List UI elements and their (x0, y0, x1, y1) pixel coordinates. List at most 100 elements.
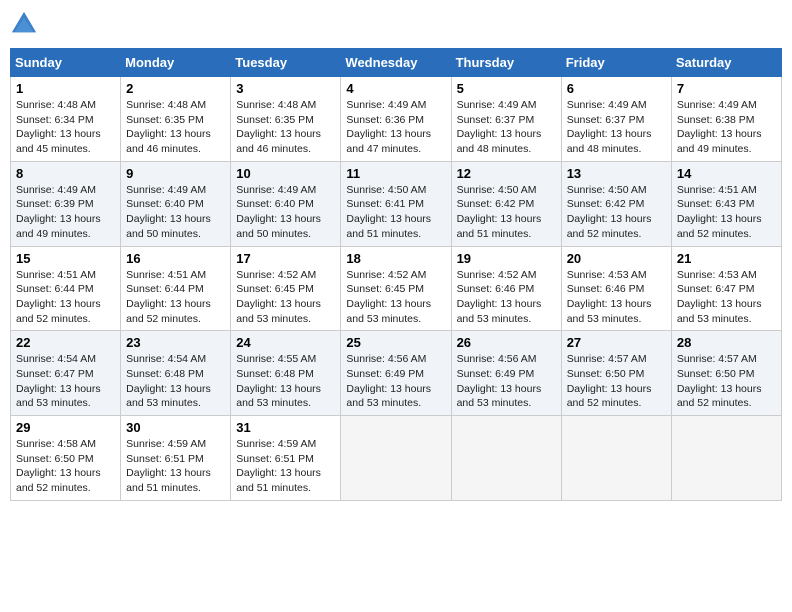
weekday-header: Saturday (671, 49, 781, 77)
day-info: Sunrise: 4:53 AM Sunset: 6:46 PM Dayligh… (567, 268, 666, 327)
day-number: 10 (236, 166, 335, 181)
day-info: Sunrise: 4:59 AM Sunset: 6:51 PM Dayligh… (126, 437, 225, 496)
calendar-table: SundayMondayTuesdayWednesdayThursdayFrid… (10, 48, 782, 501)
logo-icon (10, 10, 38, 38)
day-info: Sunrise: 4:53 AM Sunset: 6:47 PM Dayligh… (677, 268, 776, 327)
calendar-day-cell: 17 Sunrise: 4:52 AM Sunset: 6:45 PM Dayl… (231, 246, 341, 331)
day-number: 21 (677, 251, 776, 266)
day-number: 5 (457, 81, 556, 96)
calendar-day-cell: 26 Sunrise: 4:56 AM Sunset: 6:49 PM Dayl… (451, 331, 561, 416)
day-info: Sunrise: 4:50 AM Sunset: 6:41 PM Dayligh… (346, 183, 445, 242)
calendar-day-cell: 11 Sunrise: 4:50 AM Sunset: 6:41 PM Dayl… (341, 161, 451, 246)
day-info: Sunrise: 4:50 AM Sunset: 6:42 PM Dayligh… (457, 183, 556, 242)
day-info: Sunrise: 4:49 AM Sunset: 6:37 PM Dayligh… (457, 98, 556, 157)
calendar-day-cell: 14 Sunrise: 4:51 AM Sunset: 6:43 PM Dayl… (671, 161, 781, 246)
day-info: Sunrise: 4:56 AM Sunset: 6:49 PM Dayligh… (457, 352, 556, 411)
calendar-day-cell: 15 Sunrise: 4:51 AM Sunset: 6:44 PM Dayl… (11, 246, 121, 331)
calendar-day-cell: 31 Sunrise: 4:59 AM Sunset: 6:51 PM Dayl… (231, 416, 341, 501)
day-info: Sunrise: 4:57 AM Sunset: 6:50 PM Dayligh… (567, 352, 666, 411)
calendar-day-cell: 20 Sunrise: 4:53 AM Sunset: 6:46 PM Dayl… (561, 246, 671, 331)
calendar-day-cell: 18 Sunrise: 4:52 AM Sunset: 6:45 PM Dayl… (341, 246, 451, 331)
calendar-day-cell: 7 Sunrise: 4:49 AM Sunset: 6:38 PM Dayli… (671, 77, 781, 162)
calendar-day-cell: 10 Sunrise: 4:49 AM Sunset: 6:40 PM Dayl… (231, 161, 341, 246)
day-number: 28 (677, 335, 776, 350)
calendar-week-row: 29 Sunrise: 4:58 AM Sunset: 6:50 PM Dayl… (11, 416, 782, 501)
day-number: 9 (126, 166, 225, 181)
calendar-day-cell: 5 Sunrise: 4:49 AM Sunset: 6:37 PM Dayli… (451, 77, 561, 162)
weekday-header: Tuesday (231, 49, 341, 77)
day-number: 13 (567, 166, 666, 181)
day-number: 26 (457, 335, 556, 350)
weekday-header: Sunday (11, 49, 121, 77)
day-number: 3 (236, 81, 335, 96)
calendar-day-cell: 28 Sunrise: 4:57 AM Sunset: 6:50 PM Dayl… (671, 331, 781, 416)
day-number: 11 (346, 166, 445, 181)
calendar-day-cell: 24 Sunrise: 4:55 AM Sunset: 6:48 PM Dayl… (231, 331, 341, 416)
day-info: Sunrise: 4:59 AM Sunset: 6:51 PM Dayligh… (236, 437, 335, 496)
calendar-week-row: 15 Sunrise: 4:51 AM Sunset: 6:44 PM Dayl… (11, 246, 782, 331)
calendar-day-cell: 27 Sunrise: 4:57 AM Sunset: 6:50 PM Dayl… (561, 331, 671, 416)
day-number: 12 (457, 166, 556, 181)
day-number: 29 (16, 420, 115, 435)
logo (10, 10, 42, 38)
calendar-day-cell (561, 416, 671, 501)
calendar-day-cell: 3 Sunrise: 4:48 AM Sunset: 6:35 PM Dayli… (231, 77, 341, 162)
calendar-day-cell: 19 Sunrise: 4:52 AM Sunset: 6:46 PM Dayl… (451, 246, 561, 331)
weekday-header: Wednesday (341, 49, 451, 77)
day-number: 20 (567, 251, 666, 266)
day-info: Sunrise: 4:54 AM Sunset: 6:47 PM Dayligh… (16, 352, 115, 411)
weekday-header: Monday (121, 49, 231, 77)
day-info: Sunrise: 4:52 AM Sunset: 6:46 PM Dayligh… (457, 268, 556, 327)
day-info: Sunrise: 4:48 AM Sunset: 6:35 PM Dayligh… (126, 98, 225, 157)
day-info: Sunrise: 4:52 AM Sunset: 6:45 PM Dayligh… (346, 268, 445, 327)
calendar-day-cell: 16 Sunrise: 4:51 AM Sunset: 6:44 PM Dayl… (121, 246, 231, 331)
page-header (10, 10, 782, 38)
day-info: Sunrise: 4:52 AM Sunset: 6:45 PM Dayligh… (236, 268, 335, 327)
calendar-week-row: 1 Sunrise: 4:48 AM Sunset: 6:34 PM Dayli… (11, 77, 782, 162)
calendar-day-cell: 23 Sunrise: 4:54 AM Sunset: 6:48 PM Dayl… (121, 331, 231, 416)
day-number: 31 (236, 420, 335, 435)
calendar-week-row: 8 Sunrise: 4:49 AM Sunset: 6:39 PM Dayli… (11, 161, 782, 246)
weekday-header: Friday (561, 49, 671, 77)
calendar-day-cell (341, 416, 451, 501)
day-number: 16 (126, 251, 225, 266)
day-number: 1 (16, 81, 115, 96)
day-number: 23 (126, 335, 225, 350)
calendar-day-cell: 21 Sunrise: 4:53 AM Sunset: 6:47 PM Dayl… (671, 246, 781, 331)
calendar-header-row: SundayMondayTuesdayWednesdayThursdayFrid… (11, 49, 782, 77)
calendar-day-cell: 30 Sunrise: 4:59 AM Sunset: 6:51 PM Dayl… (121, 416, 231, 501)
day-info: Sunrise: 4:49 AM Sunset: 6:40 PM Dayligh… (126, 183, 225, 242)
calendar-day-cell (671, 416, 781, 501)
day-number: 15 (16, 251, 115, 266)
calendar-day-cell: 8 Sunrise: 4:49 AM Sunset: 6:39 PM Dayli… (11, 161, 121, 246)
day-number: 2 (126, 81, 225, 96)
day-info: Sunrise: 4:50 AM Sunset: 6:42 PM Dayligh… (567, 183, 666, 242)
calendar-day-cell: 22 Sunrise: 4:54 AM Sunset: 6:47 PM Dayl… (11, 331, 121, 416)
day-number: 30 (126, 420, 225, 435)
day-number: 4 (346, 81, 445, 96)
day-info: Sunrise: 4:49 AM Sunset: 6:36 PM Dayligh… (346, 98, 445, 157)
day-info: Sunrise: 4:54 AM Sunset: 6:48 PM Dayligh… (126, 352, 225, 411)
day-info: Sunrise: 4:48 AM Sunset: 6:34 PM Dayligh… (16, 98, 115, 157)
day-number: 27 (567, 335, 666, 350)
day-info: Sunrise: 4:49 AM Sunset: 6:39 PM Dayligh… (16, 183, 115, 242)
day-number: 17 (236, 251, 335, 266)
calendar-day-cell: 4 Sunrise: 4:49 AM Sunset: 6:36 PM Dayli… (341, 77, 451, 162)
day-info: Sunrise: 4:49 AM Sunset: 6:37 PM Dayligh… (567, 98, 666, 157)
calendar-day-cell (451, 416, 561, 501)
day-info: Sunrise: 4:48 AM Sunset: 6:35 PM Dayligh… (236, 98, 335, 157)
day-info: Sunrise: 4:49 AM Sunset: 6:38 PM Dayligh… (677, 98, 776, 157)
calendar-week-row: 22 Sunrise: 4:54 AM Sunset: 6:47 PM Dayl… (11, 331, 782, 416)
day-number: 8 (16, 166, 115, 181)
day-number: 6 (567, 81, 666, 96)
day-number: 22 (16, 335, 115, 350)
calendar-day-cell: 13 Sunrise: 4:50 AM Sunset: 6:42 PM Dayl… (561, 161, 671, 246)
day-info: Sunrise: 4:51 AM Sunset: 6:43 PM Dayligh… (677, 183, 776, 242)
day-info: Sunrise: 4:51 AM Sunset: 6:44 PM Dayligh… (16, 268, 115, 327)
day-number: 7 (677, 81, 776, 96)
day-info: Sunrise: 4:49 AM Sunset: 6:40 PM Dayligh… (236, 183, 335, 242)
day-info: Sunrise: 4:58 AM Sunset: 6:50 PM Dayligh… (16, 437, 115, 496)
day-number: 14 (677, 166, 776, 181)
day-info: Sunrise: 4:56 AM Sunset: 6:49 PM Dayligh… (346, 352, 445, 411)
day-number: 19 (457, 251, 556, 266)
